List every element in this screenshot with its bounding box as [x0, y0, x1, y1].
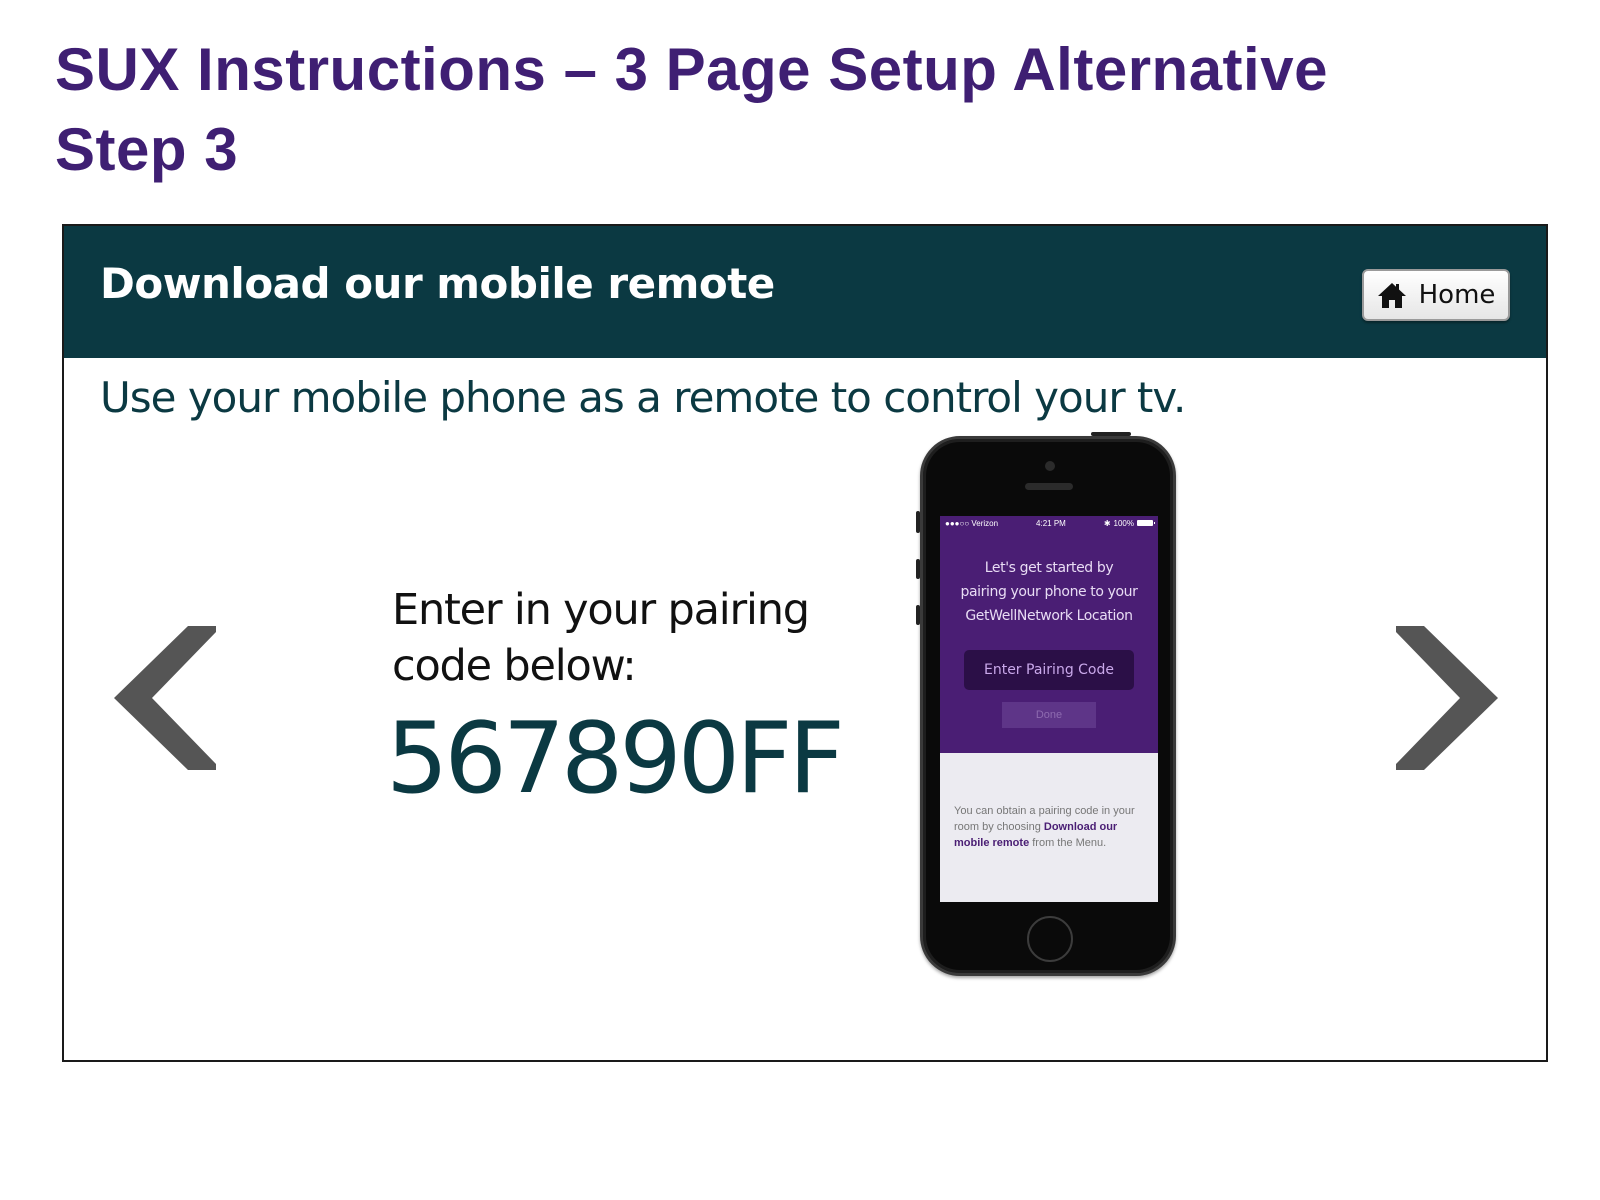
chevron-left-icon: [114, 626, 216, 770]
chevron-right-icon: [1396, 626, 1498, 770]
phone-volume-down: [916, 605, 920, 625]
phone-help-text: You can obtain a pairing code in your ro…: [954, 803, 1150, 851]
slide-title-line1: SUX Instructions – 3 Page Setup Alternat…: [55, 36, 1328, 103]
pairing-prompt: Enter in your pairing code below:: [392, 582, 912, 694]
phone-camera: [1045, 461, 1055, 471]
previous-button[interactable]: [112, 624, 220, 772]
subtitle: Use your mobile phone as a remote to con…: [100, 373, 1186, 422]
phone-illustration: ●●●○○ Verizon 4:21 PM ✱ 100% Let's get s…: [916, 432, 1176, 976]
pairing-prompt-line2: code below:: [392, 641, 637, 691]
phone-volume-up: [916, 559, 920, 579]
home-icon: [1377, 283, 1406, 308]
enter-pairing-code-button[interactable]: Enter Pairing Code: [964, 650, 1134, 690]
clock-label: 4:21 PM: [1036, 518, 1066, 528]
home-button[interactable]: Home: [1362, 269, 1510, 321]
home-button-label: Home: [1418, 280, 1496, 310]
phone-intro-line3: GetWellNetwork Location: [965, 608, 1133, 624]
phone-help-panel: You can obtain a pairing code in your ro…: [940, 753, 1158, 902]
pairing-prompt-line1: Enter in your pairing: [392, 585, 810, 635]
phone-intro-line2: pairing your phone to your: [960, 584, 1138, 600]
next-button[interactable]: [1392, 624, 1500, 772]
battery-icon: [1136, 520, 1155, 526]
phone-screen: ●●●○○ Verizon 4:21 PM ✱ 100% Let's get s…: [940, 516, 1158, 902]
slide-title-line2: Step 3: [55, 116, 239, 183]
phone-speaker: [1025, 483, 1073, 490]
phone-intro-text: Let's get started by pairing your phone …: [948, 556, 1150, 628]
phone-mute-switch: [916, 511, 920, 533]
tv-screen-mockup: Download our mobile remote Home Use your…: [62, 224, 1548, 1062]
carrier-label: ●●●○○ Verizon: [945, 518, 999, 528]
bluetooth-icon: ✱: [1103, 518, 1111, 528]
phone-status-bar: ●●●○○ Verizon 4:21 PM ✱ 100%: [940, 516, 1158, 530]
header-bar: Download our mobile remote Home: [64, 226, 1546, 358]
battery-percent: 100%: [1113, 518, 1134, 528]
phone-intro-line1: Let's get started by: [984, 560, 1114, 576]
done-button[interactable]: Done: [1002, 702, 1096, 728]
pairing-code: 567890FF: [386, 702, 845, 816]
phone-power-button: [1091, 432, 1131, 436]
slide-title: SUX Instructions – 3 Page Setup Alternat…: [55, 30, 1555, 190]
page-title: Download our mobile remote: [100, 259, 775, 308]
help-suffix: from the Menu.: [1029, 837, 1107, 849]
phone-home-key: [1027, 916, 1073, 962]
